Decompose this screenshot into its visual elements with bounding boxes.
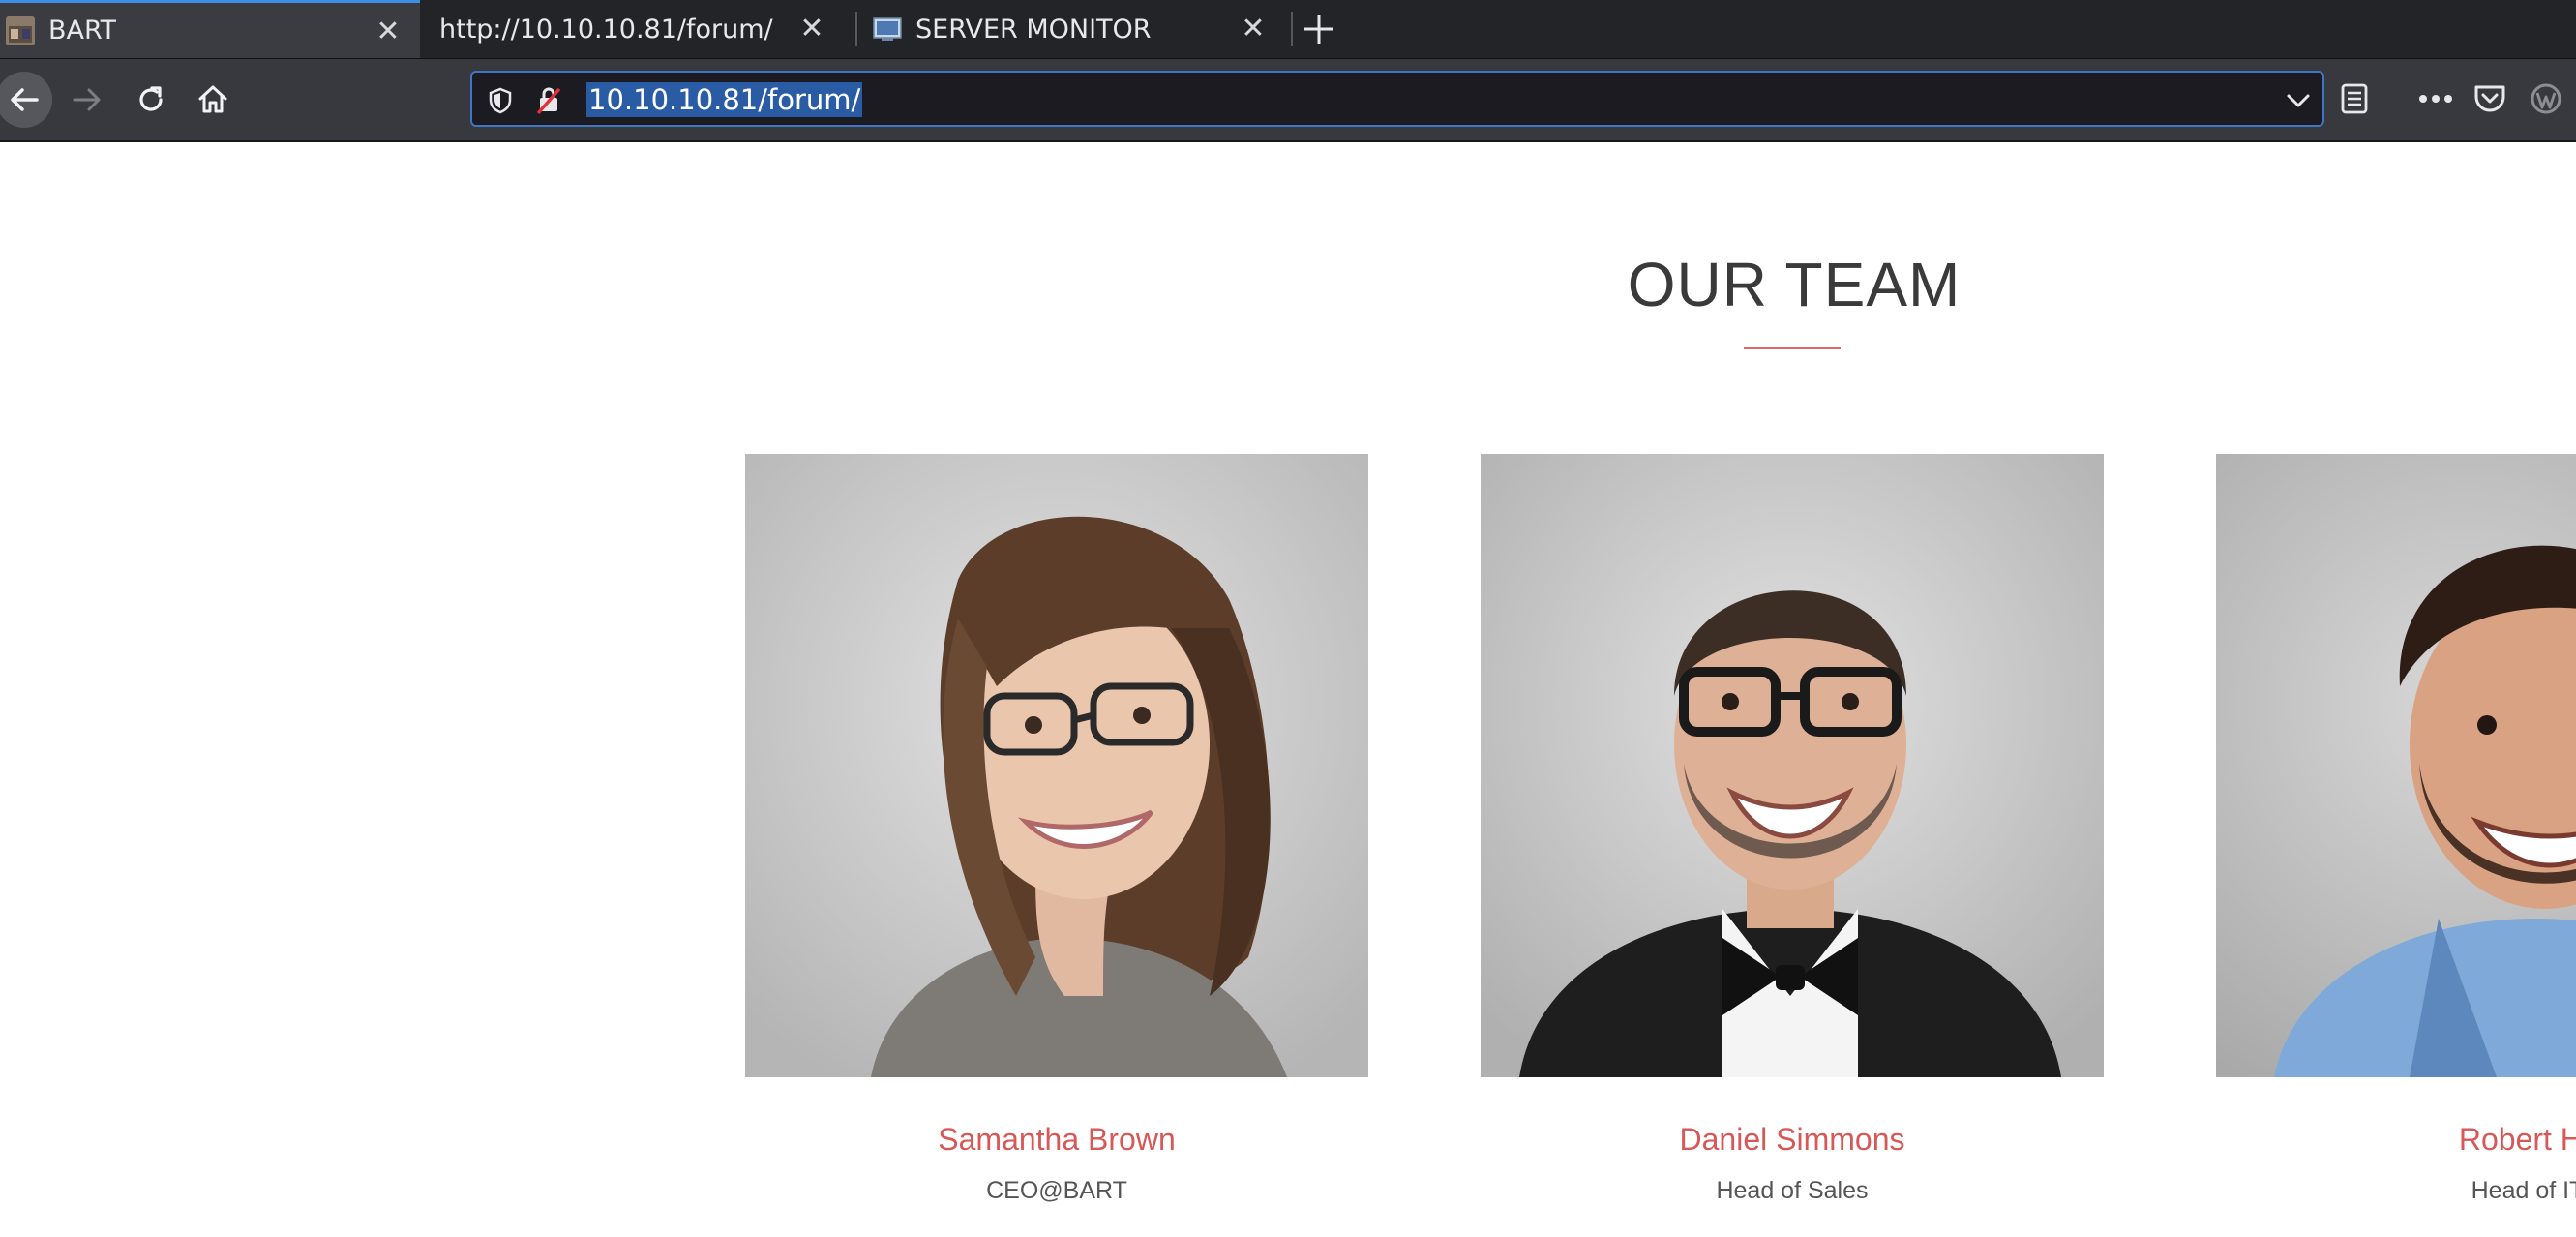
home-button[interactable] <box>186 73 240 127</box>
new-tab-button[interactable] <box>1297 8 1341 50</box>
url-bar[interactable]: 10.10.10.81/forum/ <box>470 71 2324 127</box>
plus-icon <box>1304 15 1333 44</box>
home-icon <box>198 85 227 113</box>
reload-button[interactable] <box>124 73 178 127</box>
team-card: Daniel Simmons Head of Sales <box>1481 454 2104 1204</box>
title-underline <box>1744 347 1841 349</box>
tab-bart[interactable]: BART ✕ <box>0 0 420 58</box>
tab-title: BART <box>48 15 117 45</box>
team-photo <box>745 454 1368 1077</box>
team-card: Robert Hil Head of IT <box>2216 454 2576 1204</box>
pocket-icon <box>2474 85 2505 112</box>
back-arrow-icon <box>11 88 39 111</box>
back-button[interactable] <box>0 72 52 128</box>
member-role: Head of IT <box>2471 1177 2576 1204</box>
team-photo <box>1481 454 2104 1077</box>
member-name[interactable]: Daniel Simmons <box>1481 1122 2104 1158</box>
team-card: Samantha Brown CEO@BART <box>745 454 1368 1204</box>
tab-server-monitor[interactable]: SERVER MONITOR ✕ <box>859 0 1285 58</box>
tab-title: http://10.10.10.81/forum/ <box>439 14 773 45</box>
insecure-connection-icon[interactable] <box>532 84 565 117</box>
member-role: CEO@BART <box>986 1177 1127 1204</box>
page-content: OUR TEAM Samantha Brown CEO@BART Daniel … <box>0 142 2576 1237</box>
tab-title: SERVER MONITOR <box>915 14 1152 45</box>
reload-icon <box>139 86 163 111</box>
wordpress-extension-button[interactable] <box>2524 76 2568 121</box>
tab-forum[interactable]: http://10.10.10.81/forum/ ✕ <box>422 0 844 58</box>
chevron-down-icon[interactable] <box>2282 84 2315 117</box>
tracking-shield-icon[interactable] <box>484 84 517 117</box>
url-text[interactable]: 10.10.10.81/forum/ <box>586 82 863 117</box>
forward-arrow-icon <box>73 88 101 111</box>
member-name[interactable]: Robert Hil <box>2216 1122 2576 1158</box>
favicon-icon <box>6 15 35 45</box>
forward-button[interactable] <box>60 73 114 127</box>
monitor-favicon-icon <box>873 17 902 41</box>
reader-view-button[interactable] <box>2332 76 2377 121</box>
close-tab-icon[interactable]: ✕ <box>1239 12 1268 45</box>
close-tab-icon[interactable]: ✕ <box>374 15 403 48</box>
navigation-bar: 10.10.10.81/forum/ <box>0 59 2576 142</box>
wordpress-icon <box>2531 83 2561 114</box>
pocket-button[interactable] <box>2468 76 2512 121</box>
tab-separator <box>1291 12 1293 46</box>
more-icon <box>2419 95 2452 103</box>
close-tab-icon[interactable]: ✕ <box>797 12 826 45</box>
tab-strip: BART ✕ http://10.10.10.81/forum/ ✕ SERVE… <box>0 0 2576 59</box>
section-title: OUR TEAM <box>1627 250 1962 319</box>
member-role: Head of Sales <box>1716 1177 1869 1204</box>
reader-view-icon <box>2341 83 2368 114</box>
tab-separator <box>855 12 857 46</box>
team-photo <box>2216 454 2576 1077</box>
member-name[interactable]: Samantha Brown <box>745 1122 1368 1158</box>
page-actions-button[interactable] <box>2413 76 2458 121</box>
